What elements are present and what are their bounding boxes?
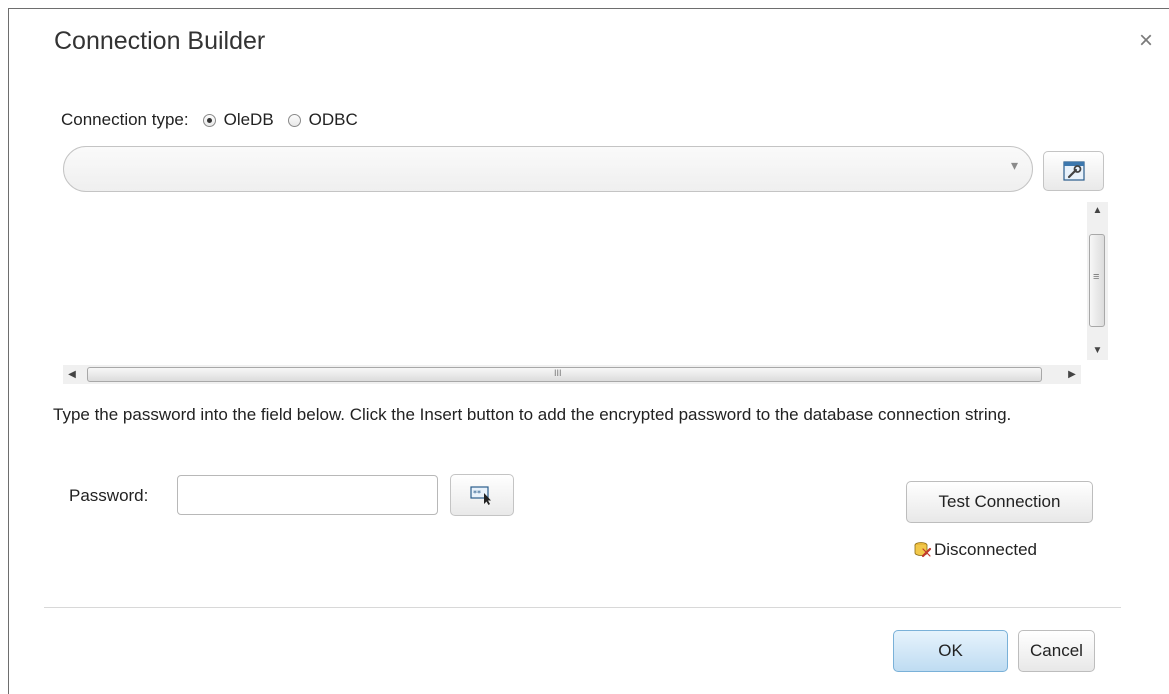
svg-text:**: ** [473,489,481,498]
ok-button[interactable]: OK [893,630,1008,672]
test-connection-button[interactable]: Test Connection [906,481,1093,523]
insert-password-icon: ** [470,486,491,505]
chevron-down-icon[interactable]: ▾ [1011,157,1018,174]
scroll-up-icon[interactable]: ▲ [1087,202,1108,220]
connection-string-area[interactable] [63,202,1081,360]
radio-oledb[interactable]: OleDB [202,110,274,130]
password-instructions: Type the password into the field below. … [53,405,1012,424]
database-disconnected-icon [914,542,932,558]
radio-oledb-label: OleDB [223,110,274,129]
vertical-scrollbar[interactable]: ▲ ▼ [1087,202,1108,360]
connection-properties-button[interactable] [1043,151,1104,191]
dialog-title: Connection Builder [54,27,266,55]
radio-odbc[interactable]: ODBC [287,110,358,130]
horizontal-scroll-thumb[interactable] [87,367,1042,382]
radio-odbc-indicator[interactable] [287,113,301,127]
connection-status-text: Disconnected [934,540,1038,559]
vertical-scroll-thumb[interactable] [1089,234,1105,327]
connection-type-label: Connection type: [61,110,189,129]
insert-password-button[interactable]: ** [450,474,514,516]
password-label: Password: [69,486,149,505]
scroll-left-icon[interactable]: ◀ [63,365,81,384]
wrench-icon [1062,161,1085,181]
radio-oledb-indicator[interactable] [202,113,216,127]
connection-type-group: Connection type: OleDB ODBC [61,110,358,130]
cancel-button[interactable]: Cancel [1018,630,1095,672]
horizontal-scrollbar[interactable]: ◀ ▶ [63,365,1081,384]
connection-status: Disconnected [914,540,1037,560]
password-input[interactable] [177,475,438,515]
scroll-right-icon[interactable]: ▶ [1063,365,1081,384]
footer-divider [44,607,1121,608]
close-icon[interactable]: × [1139,29,1153,53]
radio-odbc-label: ODBC [308,110,358,129]
provider-dropdown[interactable]: ▾ [63,146,1033,192]
scroll-down-icon[interactable]: ▼ [1087,342,1108,360]
